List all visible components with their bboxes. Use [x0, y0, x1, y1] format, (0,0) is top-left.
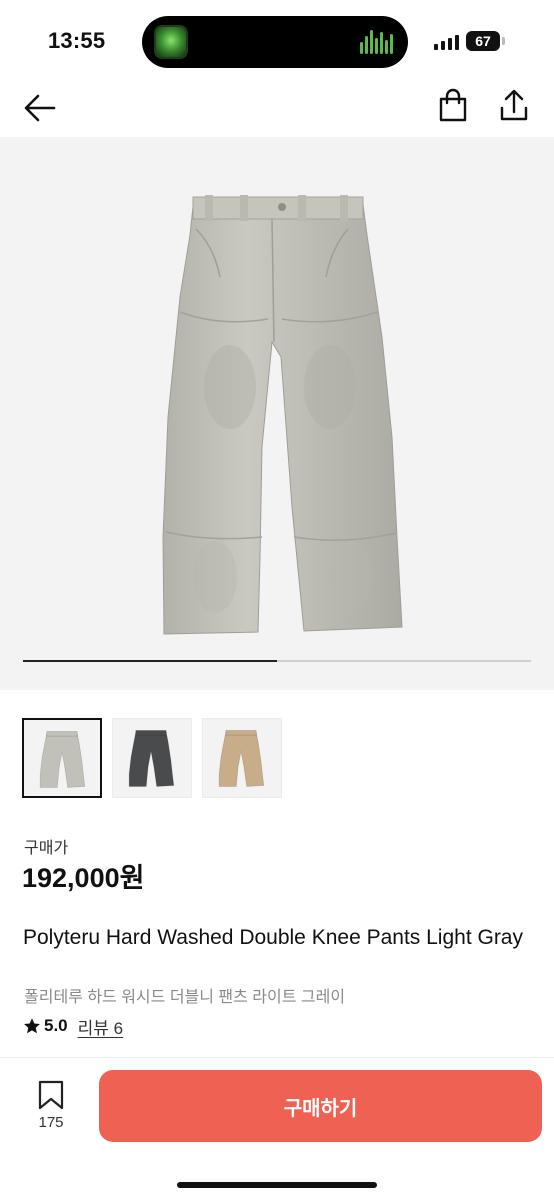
- share-icon[interactable]: [494, 86, 534, 126]
- product-title-kr: 폴리테루 하드 워시드 더블니 팬츠 라이트 그레이: [24, 989, 346, 1006]
- battery-nub: [502, 37, 505, 45]
- buy-button[interactable]: 구매하기: [99, 1070, 542, 1142]
- status-time: 13:55: [48, 28, 106, 53]
- price-value: 192,000원: [22, 863, 145, 893]
- battery-icon: 67: [466, 31, 500, 51]
- product-title-en: Polyteru Hard Washed Double Knee Pants L…: [23, 926, 523, 949]
- bookmark-icon: [38, 1080, 64, 1110]
- thumbnail-beige[interactable]: [202, 718, 282, 798]
- shopping-bag-icon[interactable]: [434, 86, 472, 126]
- rating-value: 5.0: [44, 1016, 68, 1035]
- star-icon: [24, 1018, 40, 1034]
- thumbnail-charcoal[interactable]: [112, 718, 192, 798]
- thumbnail-pants-image: [39, 731, 86, 788]
- thumbnail-light-gray[interactable]: [22, 718, 102, 798]
- audio-waveform-icon: [360, 30, 394, 54]
- thumbnail-pants-image: [128, 730, 175, 787]
- rating-row: 5.0 리뷰 6: [23, 1014, 123, 1039]
- review-link[interactable]: 리뷰 6: [78, 1014, 123, 1039]
- divider: [0, 1057, 554, 1058]
- home-indicator[interactable]: [177, 1182, 377, 1188]
- product-image: [162, 195, 403, 635]
- live-activity-app-icon: [154, 25, 188, 59]
- wishlist-button[interactable]: 175: [30, 1080, 72, 1131]
- wish-count: 175: [38, 1114, 64, 1131]
- price-label: 구매가: [24, 840, 69, 857]
- signal-icon: [434, 34, 460, 50]
- back-arrow-icon[interactable]: [20, 88, 60, 128]
- status-bar: 13:55 67: [0, 0, 554, 84]
- carousel-progress-indicator: [23, 660, 277, 662]
- carousel-progress-track: [23, 660, 531, 662]
- product-image-carousel[interactable]: [0, 137, 554, 690]
- dynamic-island[interactable]: [142, 16, 408, 68]
- thumbnail-pants-image: [218, 730, 265, 787]
